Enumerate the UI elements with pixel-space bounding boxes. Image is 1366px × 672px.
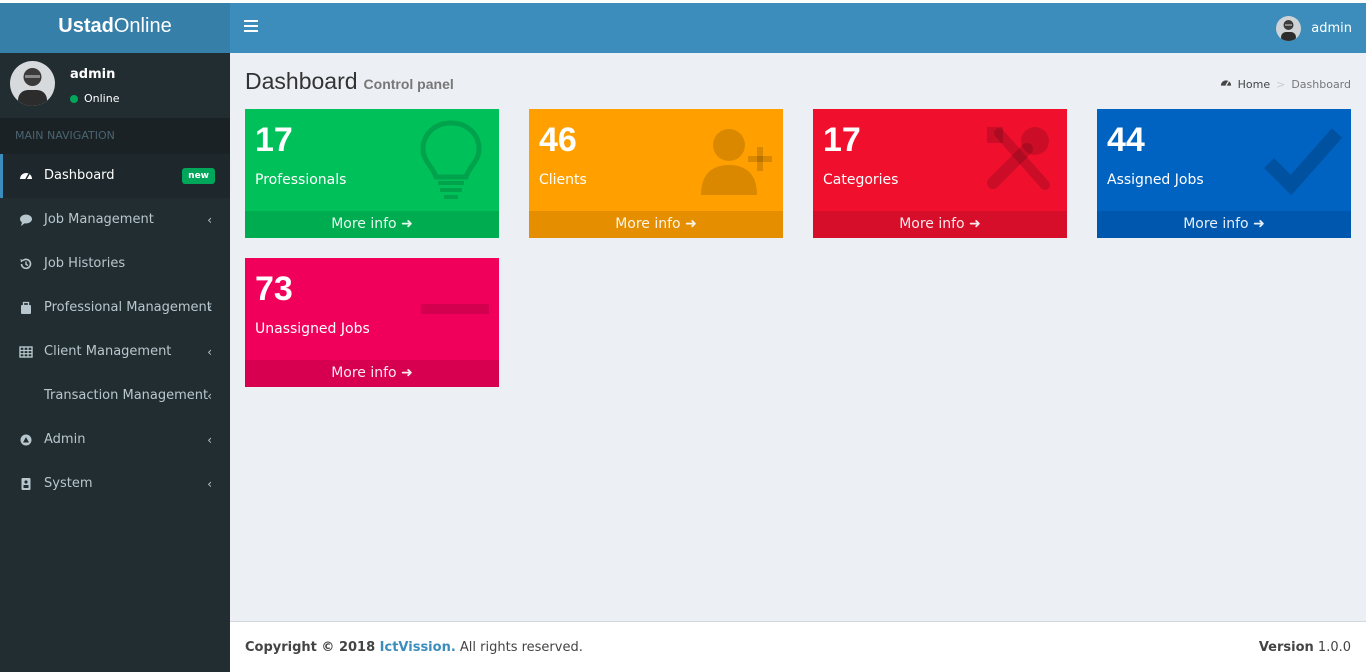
new-badge: new <box>182 168 215 184</box>
stat-value: 17 <box>823 121 861 159</box>
stat-label: Professionals <box>255 172 347 188</box>
history-icon <box>19 257 33 271</box>
breadcrumb-separator: > <box>1276 78 1286 91</box>
page-title-text: Dashboard <box>245 68 358 94</box>
sidebar: admin Online MAIN NAVIGATION Dashboard n… <box>0 53 230 672</box>
stat-label: Unassigned Jobs <box>255 321 370 337</box>
user-menu[interactable]: admin <box>1276 15 1352 41</box>
stat-box-categories: 17 Categories More info ➜ <box>813 109 1067 238</box>
sidebar-item-label: Client Management <box>44 344 172 359</box>
top-navbar: admin <box>230 3 1366 53</box>
more-info-label: More info <box>331 365 397 381</box>
breadcrumb-current: Dashboard <box>1291 78 1351 91</box>
lightbulb-icon <box>420 120 482 199</box>
user-status-label: Online <box>84 92 120 105</box>
header-user-name: admin <box>1311 20 1352 36</box>
sidebar-item-label: Dashboard <box>44 168 115 183</box>
admin-icon <box>19 433 33 447</box>
user-plus-icon <box>701 129 772 195</box>
check-icon <box>1264 128 1343 196</box>
version-number: 1.0.0 <box>1317 640 1351 655</box>
chevron-left-icon: ‹ <box>207 389 212 403</box>
main-content: Dashboard Control panel Home > Dashboard … <box>230 53 1366 621</box>
table-icon <box>19 345 33 359</box>
user-panel: admin Online <box>0 53 230 118</box>
stat-value: 46 <box>539 121 577 159</box>
avatar <box>1276 15 1302 41</box>
company-link[interactable]: IctVission. <box>380 640 456 655</box>
logo-light: Online <box>113 15 172 37</box>
dashboard-icon <box>1220 77 1232 92</box>
sidebar-item-label: Transaction Management <box>44 388 209 403</box>
arrow-circle-right-icon: ➜ <box>401 365 413 381</box>
system-icon <box>19 477 33 491</box>
breadcrumb: Home > Dashboard <box>1220 77 1351 92</box>
stat-box-assigned-jobs: 44 Assigned Jobs More info ➜ <box>1097 109 1351 238</box>
sidebar-item-label: System <box>44 476 93 491</box>
stat-box-professionals: 17 Professionals More info ➜ <box>245 109 499 238</box>
dashboard-icon <box>19 169 33 183</box>
page-subtitle: Control panel <box>363 76 454 92</box>
sidebar-user-name: admin <box>70 67 116 82</box>
stat-label: Assigned Jobs <box>1107 172 1204 188</box>
sidebar-item-job-histories[interactable]: Job Histories <box>0 242 230 286</box>
sidebar-item-job-management[interactable]: Job Management ‹ <box>0 198 230 242</box>
more-info-label: More info <box>899 216 965 232</box>
chevron-left-icon: ‹ <box>207 477 212 491</box>
sidebar-item-system[interactable]: System ‹ <box>0 462 230 506</box>
page-title: Dashboard Control panel <box>245 68 454 95</box>
breadcrumb-home-link[interactable]: Home <box>1238 78 1270 91</box>
stat-label: Categories <box>823 172 899 188</box>
chevron-left-icon: ‹ <box>207 213 212 227</box>
stat-value: 44 <box>1107 121 1145 159</box>
sidebar-item-client-management[interactable]: Client Management ‹ <box>0 330 230 374</box>
stat-box-clients: 46 Clients More info ➜ <box>529 109 783 238</box>
more-info-link[interactable]: More info ➜ <box>529 211 783 238</box>
sidebar-item-label: Job Management <box>44 212 154 227</box>
more-info-link[interactable]: More info ➜ <box>1097 211 1351 238</box>
more-info-label: More info <box>1183 216 1249 232</box>
version-info: Version 1.0.0 <box>1259 622 1351 672</box>
briefcase-icon <box>19 301 33 315</box>
version-label: Version <box>1258 640 1314 655</box>
sidebar-item-label: Job Histories <box>44 256 126 271</box>
logo-bold: Ustad <box>58 15 114 37</box>
online-dot-icon <box>70 94 78 103</box>
user-status: Online <box>70 92 119 105</box>
nav-header: MAIN NAVIGATION <box>0 118 230 154</box>
arrow-circle-right-icon: ➜ <box>401 216 413 232</box>
sidebar-item-transaction-management[interactable]: Transaction Management ‹ <box>0 374 230 418</box>
tools-icon <box>987 127 1050 190</box>
avatar <box>10 61 55 106</box>
copyright-text: Copyright © 2018 IctVission. All rights … <box>245 640 583 655</box>
sidebar-item-label: Professional Management <box>44 300 212 315</box>
comment-icon <box>19 213 33 227</box>
sidebar-toggle-icon[interactable] <box>244 20 258 34</box>
chevron-left-icon: ‹ <box>207 433 212 447</box>
app-logo[interactable]: UstadOnline <box>0 3 230 53</box>
stat-value: 17 <box>255 121 293 159</box>
chevron-left-icon: ‹ <box>207 301 212 315</box>
sidebar-item-admin[interactable]: Admin ‹ <box>0 418 230 462</box>
stat-value: 73 <box>255 270 293 308</box>
more-info-link[interactable]: More info ➜ <box>245 211 499 238</box>
more-info-label: More info <box>331 216 397 232</box>
stat-box-unassigned-jobs: 73 Unassigned Jobs More info ➜ <box>245 258 499 387</box>
sidebar-item-dashboard[interactable]: Dashboard new <box>0 154 230 198</box>
stat-label: Clients <box>539 172 587 188</box>
arrow-circle-right-icon: ➜ <box>685 216 697 232</box>
sidebar-item-professional-management[interactable]: Professional Management ‹ <box>0 286 230 330</box>
more-info-link[interactable]: More info ➜ <box>813 211 1067 238</box>
more-info-link[interactable]: More info ➜ <box>245 360 499 387</box>
more-info-label: More info <box>615 216 681 232</box>
minus-icon <box>421 304 489 314</box>
chevron-left-icon: ‹ <box>207 345 212 359</box>
sidebar-item-label: Admin <box>44 432 86 447</box>
arrow-circle-right-icon: ➜ <box>969 216 981 232</box>
arrow-circle-right-icon: ➜ <box>1253 216 1265 232</box>
footer: Copyright © 2018 IctVission. All rights … <box>230 621 1366 672</box>
